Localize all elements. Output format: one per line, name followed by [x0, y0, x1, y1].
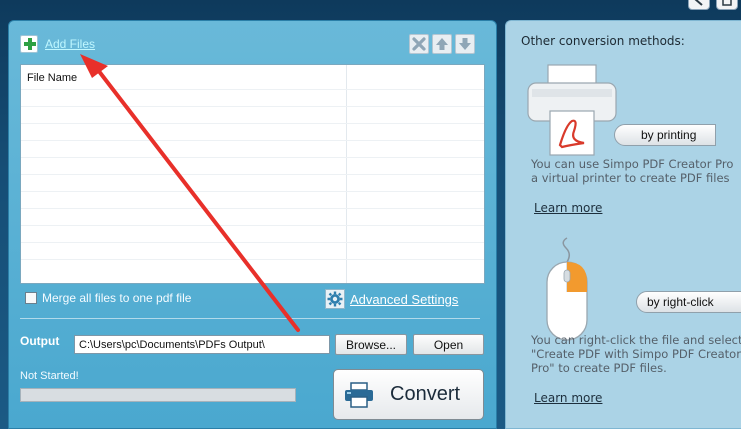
plus-icon	[20, 35, 38, 53]
learn-more-printing-link[interactable]: Learn more	[534, 201, 602, 215]
right-click-description-line: You can right-click the file and select	[531, 333, 741, 347]
row-divider	[21, 123, 484, 124]
by-printing-button[interactable]: by printing	[614, 124, 716, 146]
row-divider	[21, 174, 484, 175]
convert-label: Convert	[390, 383, 461, 405]
right-click-description-line: "Create PDF with Simpo PDF Creator	[531, 347, 741, 361]
move-down-icon	[459, 38, 471, 50]
row-divider	[21, 259, 484, 260]
status-text: Not Started!	[20, 370, 79, 382]
advanced-settings[interactable]: Advanced Settings	[325, 289, 458, 309]
remove-file-button[interactable]	[409, 34, 429, 54]
right-click-description: You can right-click the file and select …	[531, 333, 741, 375]
row-divider	[21, 89, 484, 90]
close-button[interactable]	[716, 0, 738, 10]
by-right-click-button[interactable]: by right-click	[636, 291, 741, 313]
move-up-button[interactable]	[432, 34, 452, 54]
minimize-icon	[694, 0, 703, 6]
file-list[interactable]: File Name	[20, 64, 485, 284]
row-divider	[21, 242, 484, 243]
remove-icon	[412, 37, 426, 51]
add-files-label[interactable]: Add Files	[45, 37, 95, 51]
row-divider	[21, 191, 484, 192]
row-divider	[21, 208, 484, 209]
merge-label[interactable]: Merge all files to one pdf file	[42, 291, 191, 305]
section-divider	[20, 318, 480, 319]
minimize-button[interactable]	[688, 0, 710, 10]
add-files-button[interactable]: Add Files	[20, 35, 95, 53]
row-divider	[21, 106, 484, 107]
convert-button[interactable]: Convert	[333, 369, 484, 420]
merge-option[interactable]: Merge all files to one pdf file	[25, 291, 191, 305]
printing-description-line: You can use Simpo PDF Creator Pro	[531, 157, 734, 171]
move-down-button[interactable]	[455, 34, 475, 54]
other-methods-panel: Other conversion methods: by printing Yo…	[505, 20, 741, 429]
move-up-icon	[436, 38, 448, 50]
merge-checkbox[interactable]	[25, 292, 37, 304]
advanced-settings-button[interactable]	[325, 289, 345, 309]
column-header-file-name[interactable]: File Name	[27, 72, 77, 84]
mouse-icon	[546, 237, 588, 341]
right-click-description-line: Pro" to create PDF files.	[531, 361, 667, 375]
close-icon	[722, 0, 732, 6]
output-label: Output	[20, 334, 60, 348]
gear-icon	[327, 291, 343, 307]
row-divider	[21, 157, 484, 158]
row-divider	[21, 140, 484, 141]
advanced-settings-link[interactable]: Advanced Settings	[350, 292, 458, 307]
title-bar	[0, 0, 741, 18]
printer-illustration	[527, 64, 617, 156]
learn-more-right-click-link[interactable]: Learn more	[534, 391, 602, 405]
printer-icon	[345, 381, 373, 408]
output-path-input[interactable]	[74, 335, 330, 354]
printing-description-line: a virtual printer to create PDF files	[531, 171, 730, 185]
progress-bar	[20, 388, 296, 402]
other-methods-heading: Other conversion methods:	[521, 34, 685, 48]
file-list-toolbar	[409, 34, 475, 54]
open-button[interactable]: Open	[413, 334, 484, 355]
row-divider	[21, 225, 484, 226]
printing-description: You can use Simpo PDF Creator Pro a virt…	[531, 157, 733, 185]
browse-button[interactable]: Browse...	[335, 334, 407, 355]
